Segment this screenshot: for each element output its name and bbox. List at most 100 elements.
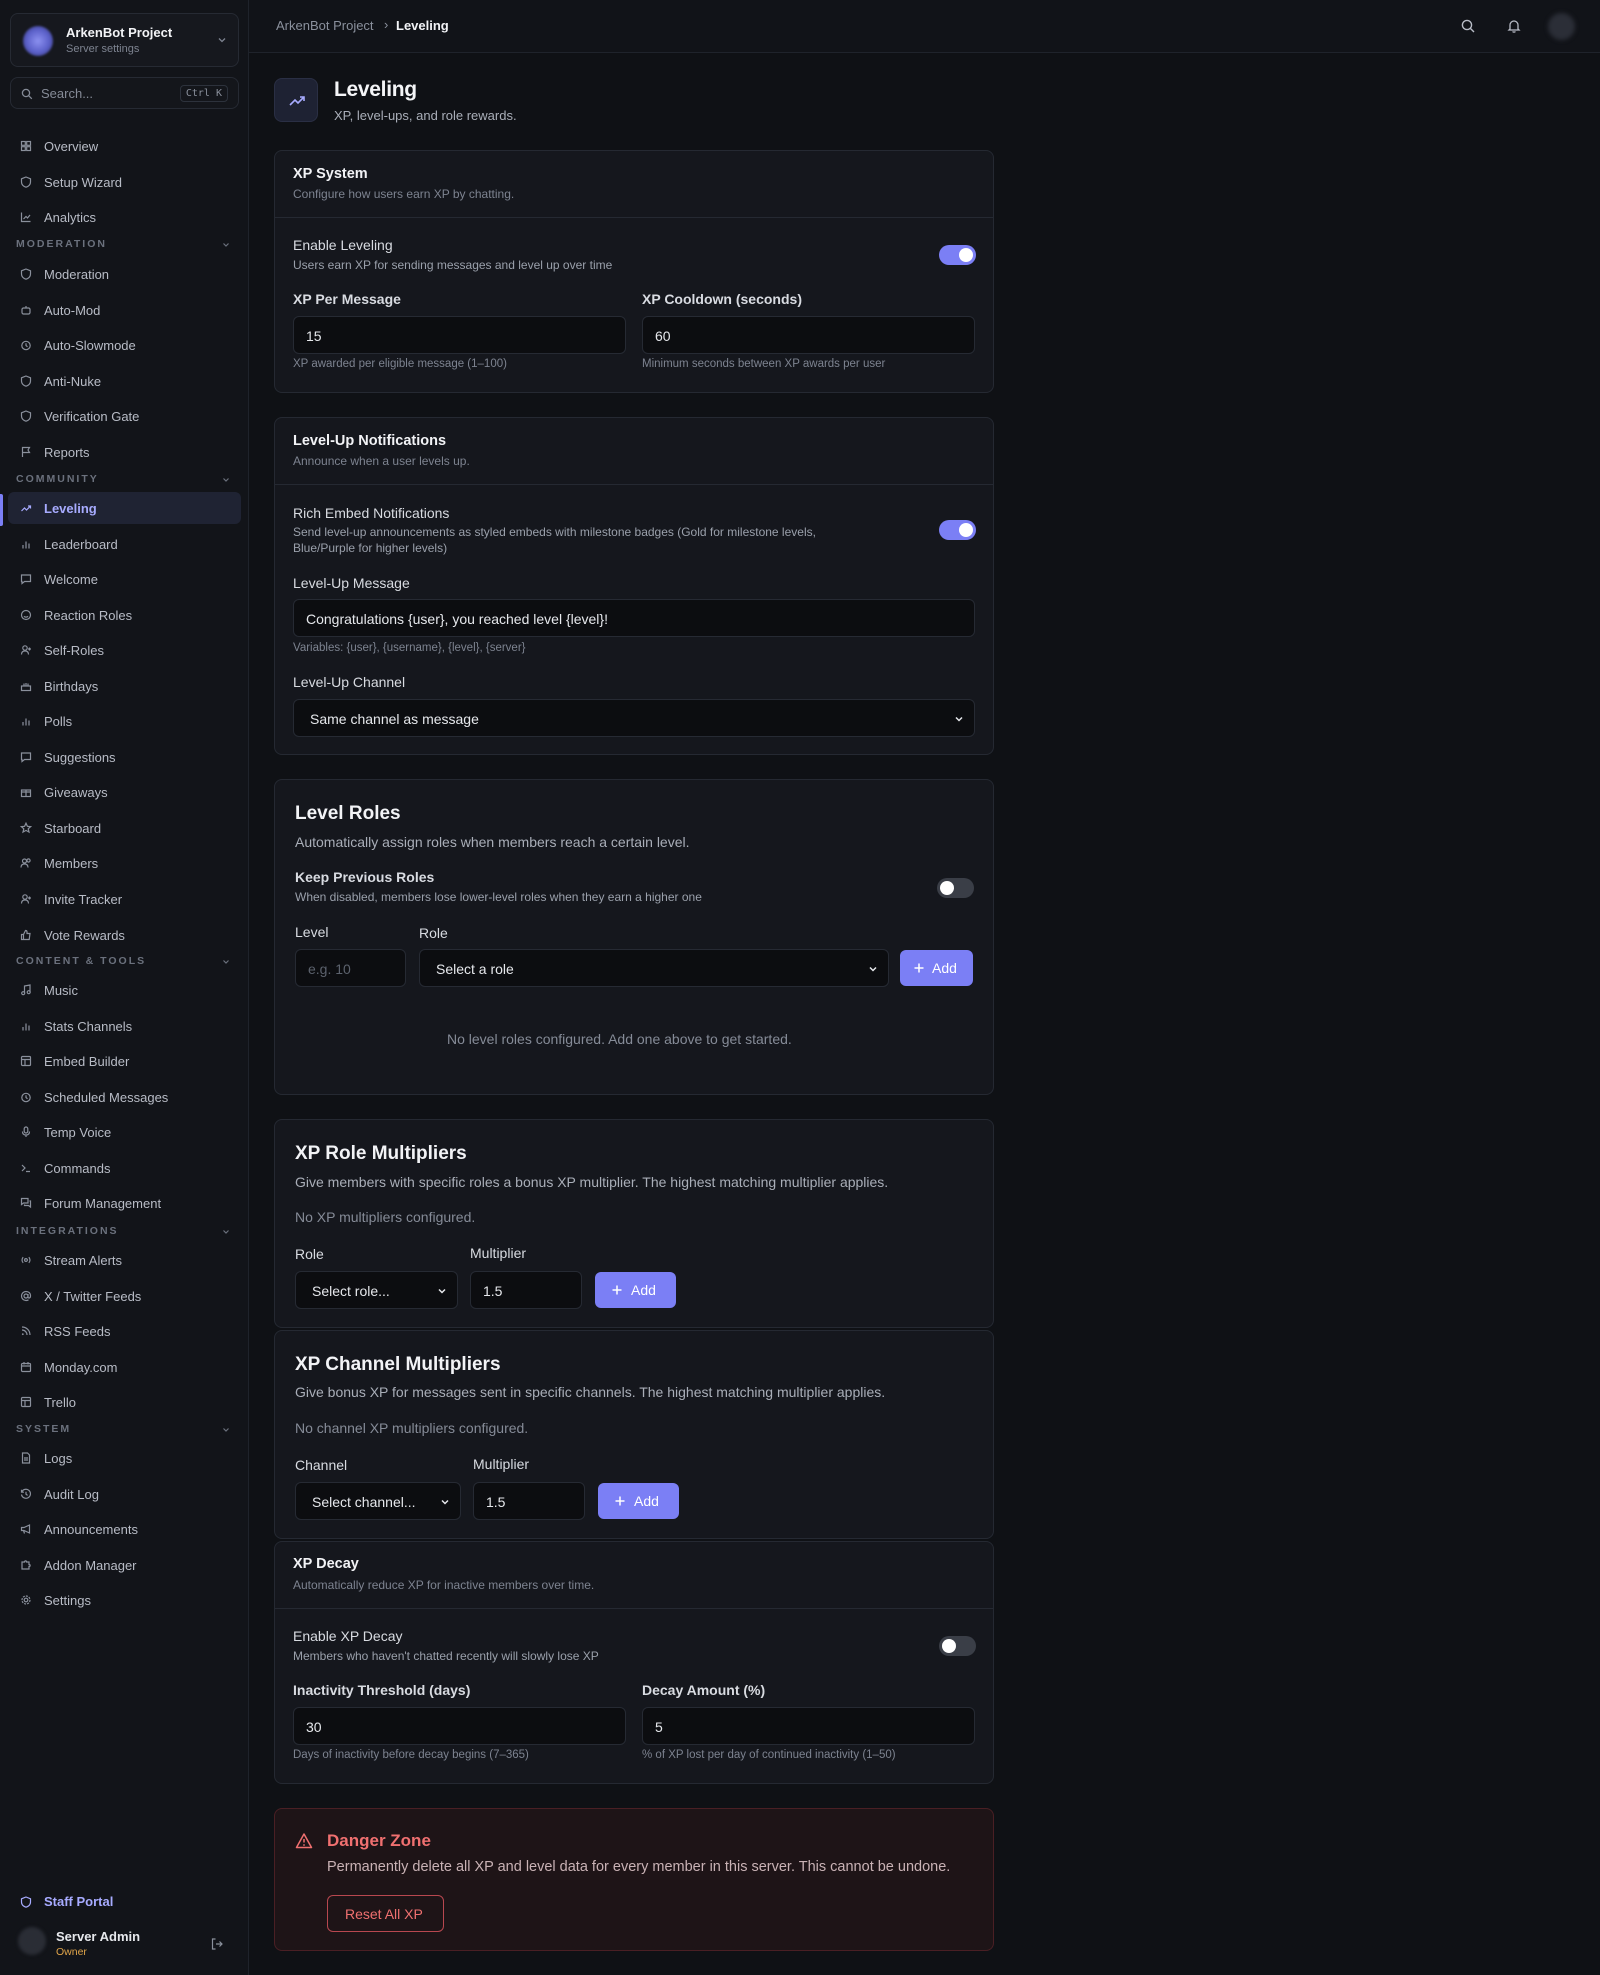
avatar[interactable] <box>1548 13 1575 40</box>
channel-select[interactable]: Select channel... <box>295 1482 461 1520</box>
project-switcher[interactable]: ArkenBot Project Server settings <box>10 13 239 67</box>
search-input[interactable]: Search... Ctrl K <box>10 77 239 109</box>
file-text-icon <box>21 1452 31 1464</box>
sidebar-item-addon-manager[interactable]: Addon Manager <box>8 1549 241 1581</box>
add-role-multiplier-button[interactable]: Add <box>595 1272 676 1308</box>
enable-leveling-toggle[interactable] <box>939 245 976 265</box>
megaphone-icon <box>20 1524 31 1534</box>
sidebar-item-leveling[interactable]: Leveling <box>8 492 241 524</box>
card-title: Level Roles <box>295 803 401 824</box>
sidebar-item-auto-mod[interactable]: Auto-Mod <box>8 294 241 326</box>
field-value: Select role... <box>312 1283 390 1299</box>
xp-per-message-input[interactable]: 15 <box>293 316 626 354</box>
sidebar-item-label: Settings <box>44 1593 91 1608</box>
sidebar-item-label: Polls <box>44 714 73 729</box>
card-subtitle: Automatically assign roles when members … <box>295 834 690 850</box>
sidebar-item-invite-tracker[interactable]: Invite Tracker <box>8 883 241 915</box>
sidebar-item-giveaways[interactable]: Giveaways <box>8 776 241 808</box>
field-placeholder: e.g. 10 <box>308 961 351 977</box>
flag-icon <box>21 446 31 457</box>
sidebar-item-x-twitter-feeds[interactable]: X / Twitter Feeds <box>8 1280 241 1312</box>
xp-role-multipliers-card: XP Role Multipliers Give members with sp… <box>274 1119 994 1328</box>
logout-icon[interactable] <box>210 1937 224 1951</box>
sidebar-item-suggestions[interactable]: Suggestions <box>8 741 241 773</box>
sidebar-section-system[interactable]: SYSTEM <box>16 1423 71 1435</box>
card-title: XP System <box>293 166 368 182</box>
xp-cooldown-label: XP Cooldown (seconds) <box>642 291 802 307</box>
sidebar-section-content-tools[interactable]: CONTENT & TOOLS <box>16 955 146 967</box>
sidebar-item-audit-log[interactable]: Audit Log <box>8 1478 241 1510</box>
role-select[interactable]: Select role... <box>295 1271 458 1309</box>
add-level-role-button[interactable]: Add <box>900 950 973 986</box>
decay-amount-input[interactable]: 5 <box>642 1707 975 1745</box>
sidebar-item-label: Auto-Mod <box>44 303 101 318</box>
bell-icon[interactable] <box>1506 18 1522 34</box>
sidebar-item-verification-gate[interactable]: Verification Gate <box>8 400 241 432</box>
sidebar-item-leaderboard[interactable]: Leaderboard <box>8 528 241 560</box>
sidebar-section-moderation[interactable]: MODERATION <box>16 238 107 250</box>
role-select[interactable]: Select a role <box>419 949 889 987</box>
inactivity-threshold-label: Inactivity Threshold (days) <box>293 1682 471 1698</box>
toggle-knob <box>959 248 973 262</box>
chevron-down-icon[interactable] <box>221 240 231 250</box>
sidebar-item-overview[interactable]: Overview <box>8 130 241 162</box>
sidebar-item-rss-feeds[interactable]: RSS Feeds <box>8 1315 241 1347</box>
sidebar-item-moderation[interactable]: Moderation <box>8 258 241 290</box>
sidebar-item-announcements[interactable]: Announcements <box>8 1513 241 1545</box>
level-input[interactable]: e.g. 10 <box>295 949 406 987</box>
enable-decay-toggle[interactable] <box>939 1636 976 1656</box>
sidebar-item-logs[interactable]: Logs <box>8 1442 241 1474</box>
sidebar-item-temp-voice[interactable]: Temp Voice <box>8 1116 241 1148</box>
sidebar-item-reports[interactable]: Reports <box>8 436 241 468</box>
chevron-down-icon[interactable] <box>221 1227 231 1237</box>
sidebar-item-settings[interactable]: Settings <box>8 1584 241 1616</box>
chevron-down-icon[interactable] <box>221 957 231 967</box>
sidebar-item-polls[interactable]: Polls <box>8 705 241 737</box>
sidebar-item-birthdays[interactable]: Birthdays <box>8 670 241 702</box>
sidebar-item-self-roles[interactable]: Self-Roles <box>8 634 241 666</box>
decay-amount-hint: % of XP lost per day of continued inacti… <box>642 1749 896 1761</box>
sidebar-item-stats-channels[interactable]: Stats Channels <box>8 1010 241 1042</box>
sidebar-item-vote-rewards[interactable]: Vote Rewards <box>8 919 241 951</box>
sidebar-item-label: Analytics <box>44 210 97 225</box>
chevron-down-icon[interactable] <box>221 475 231 485</box>
reset-all-xp-button[interactable]: Reset All XP <box>327 1895 444 1932</box>
card-subtitle: Automatically reduce XP for inactive mem… <box>293 1578 595 1592</box>
sidebar-item-stream-alerts[interactable]: Stream Alerts <box>8 1244 241 1276</box>
sidebar-item-embed-builder[interactable]: Embed Builder <box>8 1045 241 1077</box>
keep-previous-toggle[interactable] <box>937 878 974 898</box>
search-icon[interactable] <box>1460 18 1476 34</box>
levelup-channel-select[interactable]: Same channel as message <box>293 699 975 737</box>
line-chart-icon <box>20 212 31 223</box>
sidebar-item-welcome[interactable]: Welcome <box>8 563 241 595</box>
inactivity-threshold-input[interactable]: 30 <box>293 1707 626 1745</box>
sidebar-item-music[interactable]: Music <box>8 974 241 1006</box>
sidebar-item-monday-com[interactable]: Monday.com <box>8 1351 241 1383</box>
breadcrumb-current: Leveling <box>396 18 449 33</box>
sidebar-section-integrations[interactable]: INTEGRATIONS <box>16 1225 119 1237</box>
user-role: Owner <box>56 1946 87 1958</box>
multiplier-input[interactable]: 1.5 <box>470 1271 582 1309</box>
sidebar-item-setup-wizard[interactable]: Setup Wizard <box>8 166 241 198</box>
sidebar-item-forum-management[interactable]: Forum Management <box>8 1187 241 1219</box>
sidebar-item-starboard[interactable]: Starboard <box>8 812 241 844</box>
sidebar-item-trello[interactable]: Trello <box>8 1386 241 1418</box>
sidebar-item-commands[interactable]: Commands <box>8 1152 241 1184</box>
sidebar-item-anti-nuke[interactable]: Anti-Nuke <box>8 365 241 397</box>
levelup-message-input[interactable]: Congratulations {user}, you reached leve… <box>293 599 975 637</box>
sidebar-item-auto-slowmode[interactable]: Auto-Slowmode <box>8 329 241 361</box>
rich-embed-toggle[interactable] <box>939 520 976 540</box>
xp-cooldown-input[interactable]: 60 <box>642 316 975 354</box>
sidebar-item-scheduled-messages[interactable]: Scheduled Messages <box>8 1081 241 1113</box>
sidebar-section-community[interactable]: COMMUNITY <box>16 473 99 485</box>
user-plus-icon <box>20 894 31 904</box>
sidebar-item-label: RSS Feeds <box>44 1324 111 1339</box>
sidebar-item-label: Giveaways <box>44 785 108 800</box>
sidebar-item-analytics[interactable]: Analytics <box>8 201 241 233</box>
multiplier-input[interactable]: 1.5 <box>473 1482 585 1520</box>
sidebar-item-members[interactable]: Members <box>8 847 241 879</box>
add-channel-multiplier-button[interactable]: Add <box>598 1483 679 1519</box>
sidebar-item-reaction-roles[interactable]: Reaction Roles <box>8 599 241 631</box>
breadcrumb-parent[interactable]: ArkenBot Project <box>276 18 374 33</box>
chevron-down-icon[interactable] <box>221 1425 231 1435</box>
